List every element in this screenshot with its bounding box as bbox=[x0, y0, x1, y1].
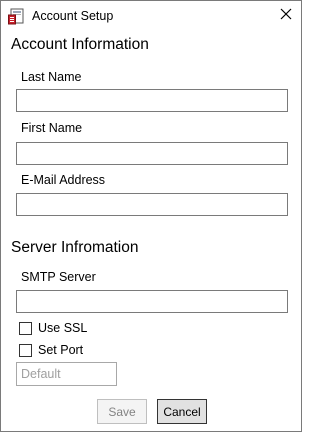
email-address-input[interactable] bbox=[16, 193, 288, 216]
last-name-input[interactable] bbox=[16, 89, 288, 112]
smtp-server-input[interactable] bbox=[16, 290, 288, 313]
set-port-option[interactable]: Set Port bbox=[19, 342, 83, 358]
use-ssl-option[interactable]: Use SSL bbox=[19, 320, 87, 336]
first-name-input[interactable] bbox=[16, 142, 288, 165]
server-information-heading: Server Infromation bbox=[11, 239, 139, 256]
title-bar[interactable]: Account Setup bbox=[1, 1, 301, 32]
window-title: Account Setup bbox=[32, 9, 114, 23]
save-button[interactable]: Save bbox=[97, 399, 147, 424]
last-name-label: Last Name bbox=[21, 70, 82, 84]
set-port-label: Set Port bbox=[38, 343, 84, 357]
account-setup-app-icon bbox=[8, 8, 26, 25]
email-address-label: E-Mail Address bbox=[21, 173, 106, 187]
set-port-checkbox[interactable] bbox=[19, 343, 32, 357]
use-ssl-checkbox[interactable] bbox=[19, 321, 32, 335]
first-name-label: First Name bbox=[21, 121, 83, 135]
account-setup-window: Account Setup Account Information Last N… bbox=[0, 0, 302, 432]
close-icon bbox=[280, 7, 292, 25]
port-input[interactable] bbox=[16, 362, 117, 386]
cancel-button[interactable]: Cancel bbox=[157, 399, 207, 424]
close-button[interactable] bbox=[275, 5, 297, 27]
use-ssl-label: Use SSL bbox=[38, 321, 88, 335]
account-information-heading: Account Information bbox=[11, 36, 149, 53]
smtp-server-label: SMTP Server bbox=[21, 270, 96, 284]
